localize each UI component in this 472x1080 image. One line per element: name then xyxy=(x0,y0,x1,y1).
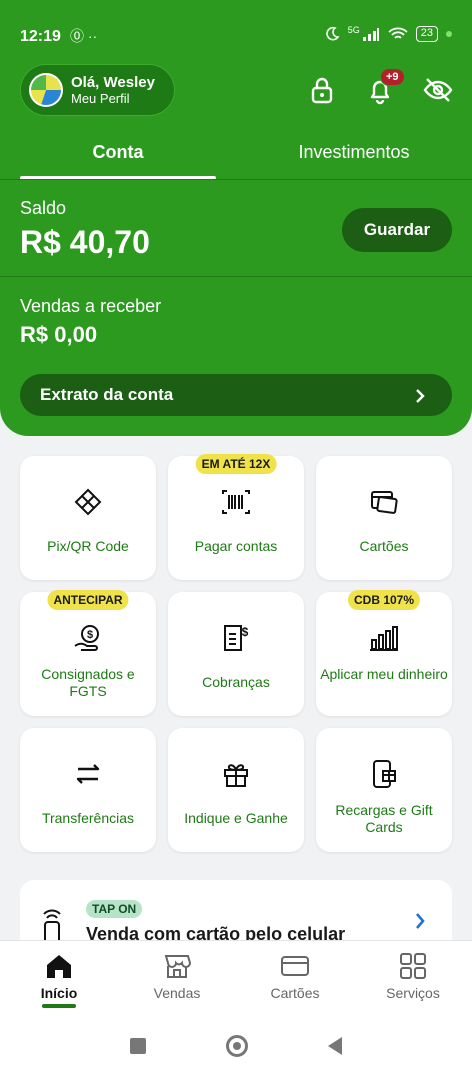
greeting: Olá, Wesley xyxy=(71,74,155,91)
receivables-label: Vendas a receber xyxy=(20,296,162,316)
nav-label: Cartões xyxy=(270,985,320,1001)
tab-divider xyxy=(0,179,472,180)
pix-icon xyxy=(74,488,102,516)
tab-conta[interactable]: Conta xyxy=(0,138,236,180)
nav-label: Início xyxy=(40,985,78,1001)
home-icon xyxy=(47,955,71,978)
tap-on-badge: TAP ON xyxy=(86,900,143,918)
profile-button[interactable]: Olá, Wesley Meu Perfil xyxy=(20,64,175,116)
svg-text:$: $ xyxy=(242,625,249,639)
back-button[interactable] xyxy=(328,1037,342,1055)
wifi-icon xyxy=(388,27,408,39)
lock-icon[interactable] xyxy=(306,74,338,106)
nav-home[interactable]: Início xyxy=(0,941,118,1012)
receivables-value: R$ 0,00 xyxy=(20,322,98,347)
chevron-right-icon xyxy=(416,913,425,929)
nav-label: Serviços xyxy=(386,985,440,1001)
system-nav xyxy=(0,1012,472,1080)
nav-label: Vendas xyxy=(153,985,201,1001)
cards-icon xyxy=(371,491,398,514)
tile-pix[interactable]: Pix/QR Code xyxy=(20,456,156,580)
notifications-button[interactable]: +9 xyxy=(364,68,405,106)
avatar xyxy=(29,73,63,107)
shortcut-grid: Pix/QR Code EM ATÉ 12X Pagar contas Cart… xyxy=(20,454,452,852)
recents-button[interactable] xyxy=(130,1038,146,1054)
nav-sales[interactable]: Vendas xyxy=(118,941,236,1012)
status-time: 12:19 xyxy=(20,28,61,45)
tile-transfers[interactable]: Transferências xyxy=(20,728,156,852)
hide-balance-icon[interactable] xyxy=(422,74,454,106)
tile-badge: CDB 107% xyxy=(347,590,421,610)
moon-icon xyxy=(325,26,340,41)
phone-nfc-icon xyxy=(43,909,61,942)
bottom-nav: Início Vendas Cartões Serviços xyxy=(0,940,472,1012)
tile-refer[interactable]: Indique e Ganhe xyxy=(168,728,304,852)
tile-badge: EM ATÉ 12X xyxy=(195,454,277,474)
tile-label: Cobranças xyxy=(202,674,270,690)
status-indicators: 5G 23 xyxy=(324,25,452,42)
profile-text: Olá, Wesley Meu Perfil xyxy=(71,74,155,106)
tile-charges[interactable]: $ Cobranças xyxy=(168,592,304,716)
status-bar: 12:19 ⓪ ·· 5G 23 xyxy=(0,0,472,56)
account-tabs: Conta Investimentos xyxy=(0,138,472,180)
tile-recharges[interactable]: Recargas e Gift Cards xyxy=(316,728,452,852)
home-button[interactable] xyxy=(226,1035,248,1057)
status-dot xyxy=(446,31,452,37)
active-indicator xyxy=(42,1004,76,1008)
battery-indicator: 23 xyxy=(415,26,438,42)
barcode-icon xyxy=(222,490,250,514)
card-icon xyxy=(281,956,309,976)
nav-cards[interactable]: Cartões xyxy=(236,941,354,1012)
tile-label: Pagar contas xyxy=(194,538,278,554)
tile-label: Pix/QR Code xyxy=(47,538,129,554)
tile-label: Recargas e Gift Cards xyxy=(335,802,433,835)
transfer-icon xyxy=(76,764,100,784)
panel-divider xyxy=(0,276,472,277)
tile-label: Cartões xyxy=(359,538,409,554)
status-app-icons: ⓪ ·· xyxy=(70,28,98,44)
phone-gift-icon xyxy=(373,760,396,788)
chart-money-icon xyxy=(370,626,398,651)
statement-label: Extrato da conta xyxy=(40,385,174,404)
tile-label: Aplicar meu dinheiro xyxy=(320,666,448,682)
tile-cards[interactable]: Cartões xyxy=(316,456,452,580)
gift-icon xyxy=(224,764,248,787)
tile-pay-bills[interactable]: EM ATÉ 12X Pagar contas xyxy=(168,454,304,580)
home-dot xyxy=(233,1042,241,1050)
store-icon xyxy=(164,955,192,978)
signal-icon xyxy=(362,28,379,41)
tile-label: Indique e Ganhe xyxy=(184,810,288,826)
save-button[interactable]: Guardar xyxy=(342,208,452,252)
tile-consignados[interactable]: ANTECIPAR $ Consignados e FGTS xyxy=(20,590,156,716)
tab-investimentos[interactable]: Investimentos xyxy=(236,138,472,178)
statement-button[interactable]: Extrato da conta xyxy=(20,374,452,416)
tile-badge: ANTECIPAR xyxy=(47,590,129,610)
chevron-right-icon xyxy=(416,389,425,403)
grid-icon xyxy=(400,953,426,979)
invoice-icon: $ xyxy=(224,625,249,651)
svg-text:$: $ xyxy=(87,629,93,641)
tile-label: Transferências xyxy=(41,810,135,826)
money-hand-icon: $ xyxy=(74,625,99,651)
profile-link: Meu Perfil xyxy=(71,91,130,106)
network-label: 5G xyxy=(347,25,360,35)
tile-label: Consignados e FGTS xyxy=(41,666,135,699)
balance-value: R$ 40,70 xyxy=(20,224,150,260)
nav-services[interactable]: Serviços xyxy=(354,941,472,1012)
notification-badge: +9 xyxy=(380,68,405,86)
balance-label: Saldo xyxy=(20,198,67,218)
account-panel: Olá, Wesley Meu Perfil +9 Conta Investim… xyxy=(0,56,472,436)
tile-invest[interactable]: CDB 107% Aplicar meu dinheiro xyxy=(316,590,452,716)
